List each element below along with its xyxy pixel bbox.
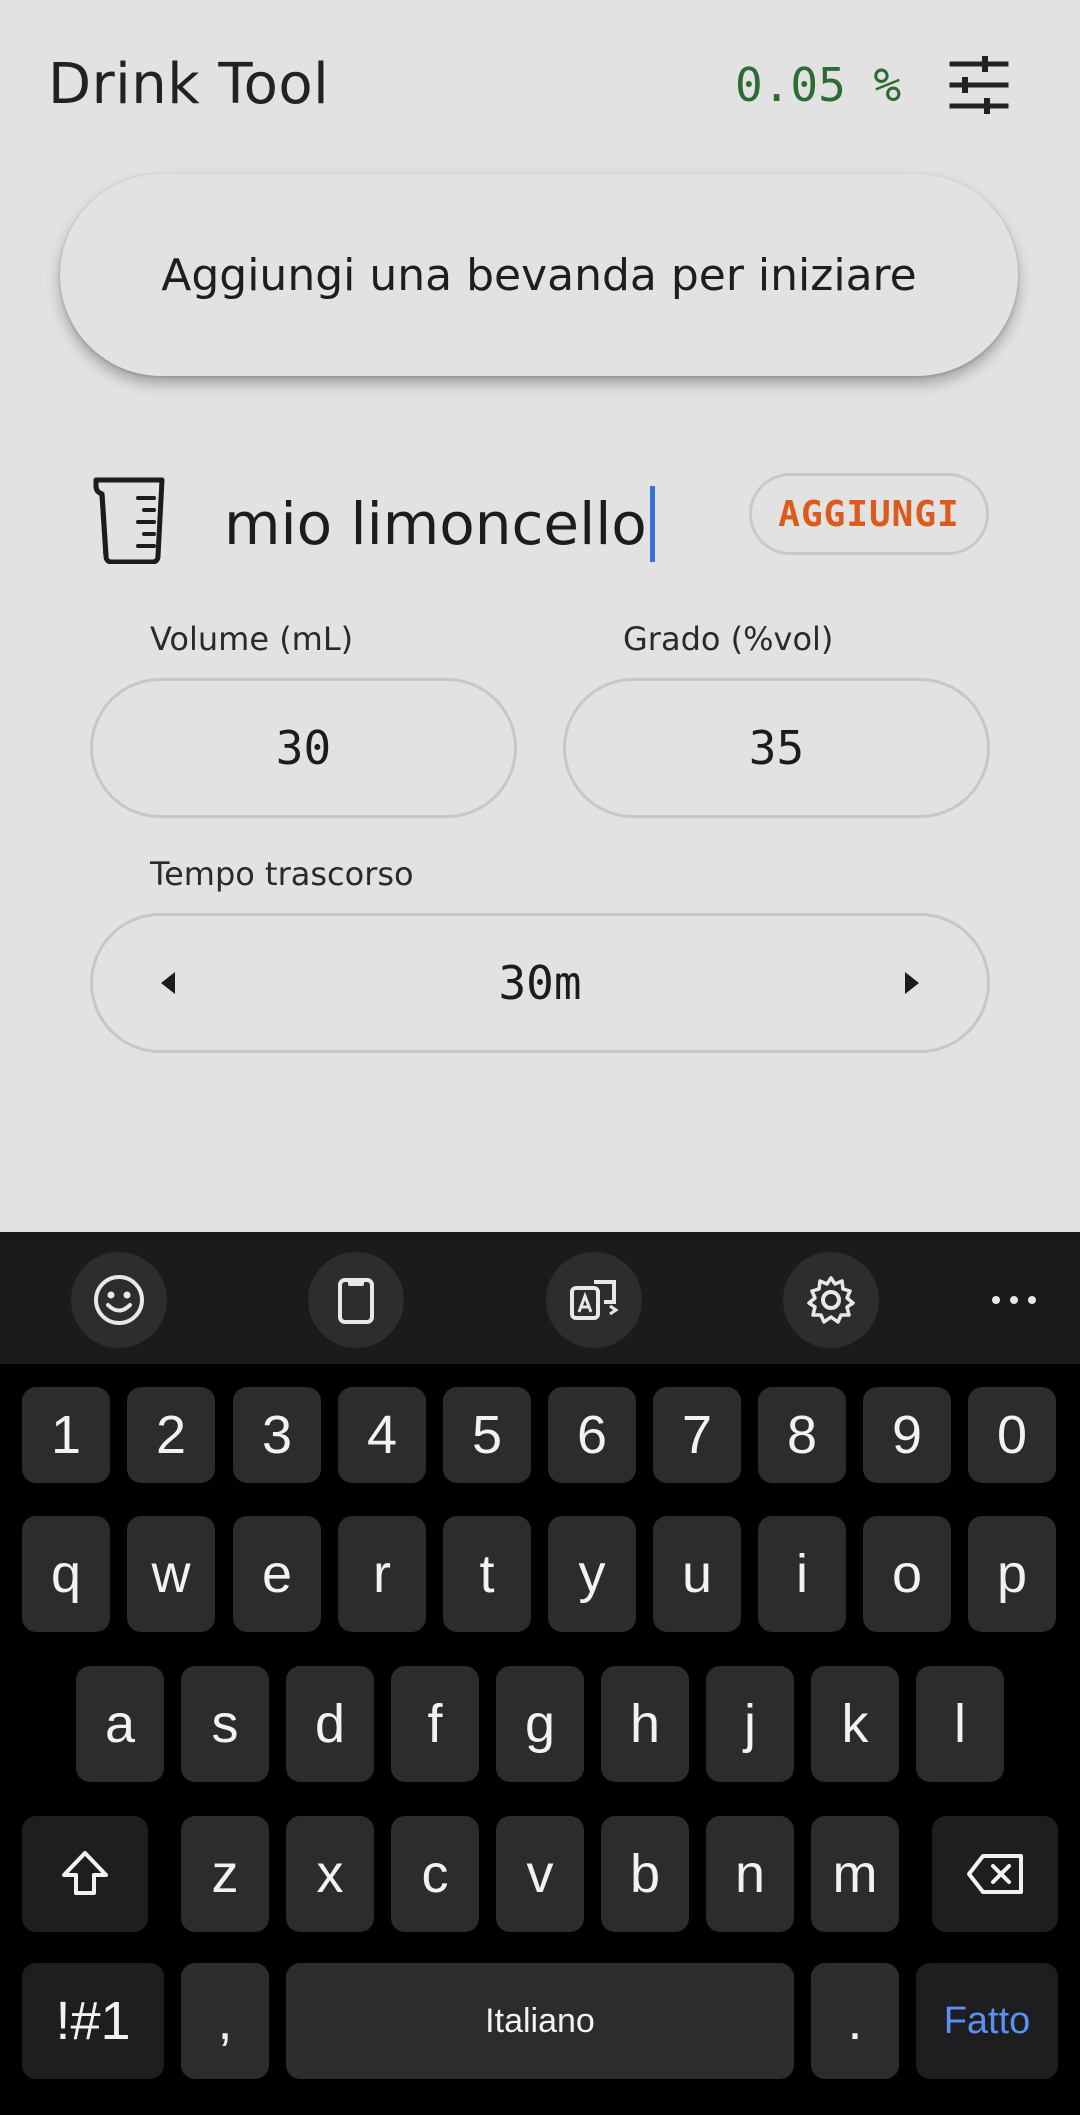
time-value: 30m xyxy=(498,956,582,1010)
drink-name-text: mio limoncello xyxy=(224,490,647,558)
done-key[interactable]: Fatto xyxy=(916,1963,1058,2079)
key-3[interactable]: 3 xyxy=(233,1387,321,1483)
key-w[interactable]: w xyxy=(127,1516,215,1632)
key-f[interactable]: f xyxy=(391,1666,479,1782)
drink-entry-row: mio limoncello AGGIUNGI xyxy=(0,460,1080,580)
translate-button[interactable] xyxy=(546,1252,642,1348)
key-u[interactable]: u xyxy=(653,1516,741,1632)
key-q[interactable]: q xyxy=(22,1516,110,1632)
text-caret xyxy=(649,486,655,562)
key-8[interactable]: 8 xyxy=(758,1387,846,1483)
key-g[interactable]: g xyxy=(496,1666,584,1782)
keyboard-toolbar xyxy=(0,1232,1080,1364)
more-icon xyxy=(992,1296,1036,1304)
top-bar: Drink Tool 0.05 % xyxy=(0,0,1080,170)
add-drink-button[interactable]: AGGIUNGI xyxy=(749,473,989,555)
key-1[interactable]: 1 xyxy=(22,1387,110,1483)
space-key[interactable]: Italiano xyxy=(286,1963,794,2079)
clipboard-button[interactable] xyxy=(308,1252,404,1348)
soft-keyboard: 1 2 3 4 5 6 7 8 9 0 q w e r t y u i o p … xyxy=(0,1232,1080,2115)
key-x[interactable]: x xyxy=(286,1816,374,1932)
decrease-time-arrow-icon[interactable] xyxy=(161,972,175,994)
shift-icon xyxy=(62,1851,108,1895)
key-s[interactable]: s xyxy=(181,1666,269,1782)
key-a[interactable]: a xyxy=(76,1666,164,1782)
grade-label: Grado (%vol) xyxy=(623,620,834,658)
key-k[interactable]: k xyxy=(811,1666,899,1782)
symbols-key[interactable]: !#1 xyxy=(22,1963,164,2079)
tune-icon xyxy=(949,56,1009,114)
key-m[interactable]: m xyxy=(811,1816,899,1932)
key-l[interactable]: l xyxy=(916,1666,1004,1782)
key-p[interactable]: p xyxy=(968,1516,1056,1632)
key-t[interactable]: t xyxy=(443,1516,531,1632)
comma-key[interactable]: , xyxy=(181,1963,269,2079)
period-key[interactable]: . xyxy=(811,1963,899,2079)
key-2[interactable]: 2 xyxy=(127,1387,215,1483)
empty-state-banner: Aggiungi una bevanda per iniziare xyxy=(60,174,1018,376)
translate-icon xyxy=(570,1280,619,1320)
app-title: Drink Tool xyxy=(48,52,330,117)
settings-tune-button[interactable] xyxy=(944,50,1014,120)
key-o[interactable]: o xyxy=(863,1516,951,1632)
increase-time-arrow-icon[interactable] xyxy=(905,972,919,994)
shift-key[interactable] xyxy=(22,1816,148,1932)
drink-name-input[interactable]: mio limoncello xyxy=(224,484,655,564)
volume-input[interactable]: 30 xyxy=(90,678,517,818)
key-0[interactable]: 0 xyxy=(968,1387,1056,1483)
key-9[interactable]: 9 xyxy=(863,1387,951,1483)
grade-input[interactable]: 35 xyxy=(563,678,990,818)
volume-value: 30 xyxy=(275,721,332,775)
clipboard-icon xyxy=(338,1278,374,1324)
key-v[interactable]: v xyxy=(496,1816,584,1932)
key-y[interactable]: y xyxy=(548,1516,636,1632)
key-b[interactable]: b xyxy=(601,1816,689,1932)
key-j[interactable]: j xyxy=(706,1666,794,1782)
grade-value: 35 xyxy=(748,721,805,775)
volume-label: Volume (mL) xyxy=(150,620,354,658)
bac-value: 0.05 % xyxy=(735,58,902,112)
time-stepper: 30m xyxy=(90,913,990,1053)
key-4[interactable]: 4 xyxy=(338,1387,426,1483)
emoji-button[interactable] xyxy=(71,1252,167,1348)
settings-icon xyxy=(807,1276,855,1324)
emoji-icon xyxy=(94,1275,144,1325)
key-r[interactable]: r xyxy=(338,1516,426,1632)
key-i[interactable]: i xyxy=(758,1516,846,1632)
key-z[interactable]: z xyxy=(181,1816,269,1932)
key-n[interactable]: n xyxy=(706,1816,794,1932)
key-e[interactable]: e xyxy=(233,1516,321,1632)
key-d[interactable]: d xyxy=(286,1666,374,1782)
more-button[interactable] xyxy=(966,1252,1062,1348)
backspace-key[interactable] xyxy=(932,1816,1058,1932)
keyboard-settings-button[interactable] xyxy=(783,1252,879,1348)
time-label: Tempo trascorso xyxy=(150,855,414,893)
beaker-icon xyxy=(92,472,176,565)
app-screen: Drink Tool 0.05 % Aggiungi una bevanda p… xyxy=(0,0,1080,1232)
backspace-icon xyxy=(967,1854,1023,1894)
key-5[interactable]: 5 xyxy=(443,1387,531,1483)
key-6[interactable]: 6 xyxy=(548,1387,636,1483)
key-h[interactable]: h xyxy=(601,1666,689,1782)
key-7[interactable]: 7 xyxy=(653,1387,741,1483)
key-c[interactable]: c xyxy=(391,1816,479,1932)
